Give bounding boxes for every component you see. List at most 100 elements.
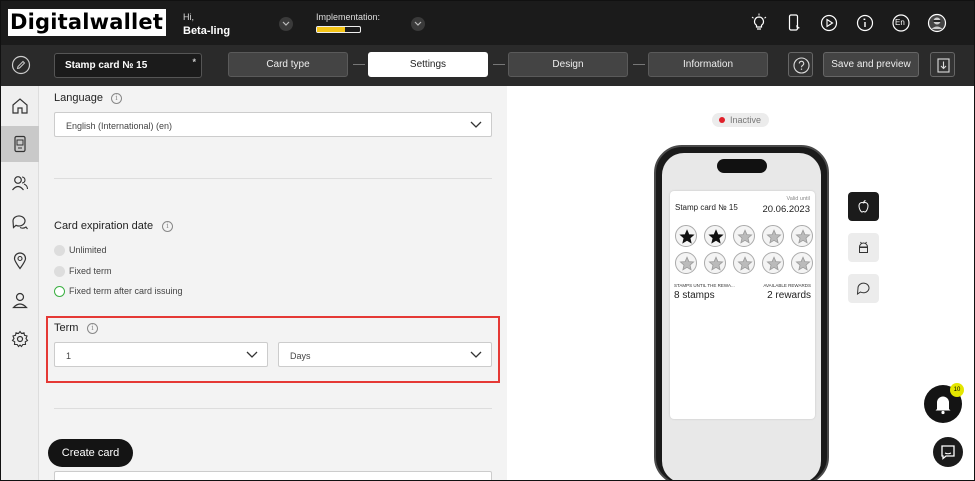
- app-window: Digitalwallet Hi, Beta-ling Implementati…: [0, 0, 975, 481]
- info-icon[interactable]: [855, 13, 875, 33]
- radio-button[interactable]: [54, 245, 65, 256]
- user-name[interactable]: Beta-ling: [183, 25, 230, 37]
- language-switch-icon[interactable]: En: [891, 13, 911, 33]
- pencil-icon[interactable]: [11, 55, 31, 75]
- stamps-until-value: 8 stamps: [674, 290, 715, 301]
- term-label: Term: [54, 322, 79, 334]
- sidebar-item-settings[interactable]: [1, 321, 39, 357]
- sidebar-item-profile[interactable]: [1, 282, 39, 318]
- chat-bubble-icon: [941, 445, 955, 460]
- divider: [54, 408, 492, 409]
- help-button[interactable]: [788, 52, 813, 77]
- create-card-button[interactable]: Create card: [48, 439, 133, 467]
- gear-icon: [11, 330, 29, 348]
- wizard-bar: Stamp card № 15 * Card type Settings Des…: [1, 45, 974, 86]
- radio-button-selected[interactable]: [54, 286, 65, 297]
- info-icon[interactable]: i: [111, 93, 122, 104]
- step-settings[interactable]: Settings: [368, 52, 488, 77]
- term-unit: Days: [290, 351, 311, 361]
- greeting: Hi,: [183, 12, 194, 22]
- location-icon: [13, 252, 27, 270]
- language-badge: En: [895, 18, 905, 27]
- stamp-empty: [762, 225, 784, 247]
- barcode: [708, 364, 786, 390]
- stamp-filled: [675, 225, 697, 247]
- status-text: Inactive: [730, 115, 762, 125]
- sidebar-item-locations[interactable]: [1, 243, 39, 279]
- term-value: 1: [66, 351, 72, 361]
- info-icon[interactable]: i: [87, 323, 98, 334]
- download-button[interactable]: [930, 52, 955, 77]
- top-header: Digitalwallet Hi, Beta-ling Implementati…: [1, 1, 974, 45]
- stamp-empty: [791, 225, 813, 247]
- term-value-select[interactable]: 1: [54, 342, 268, 367]
- card-preview-panel: Inactive Stamp card № 15 Valid until 20.…: [507, 86, 974, 480]
- status-badge: Inactive: [712, 113, 770, 127]
- status-dot: [719, 117, 725, 123]
- sidebar-item-cards[interactable]: [1, 126, 39, 162]
- support-chat-button[interactable]: [933, 437, 963, 467]
- card-name-field[interactable]: Stamp card № 15 *: [54, 53, 202, 78]
- message-icon: [856, 282, 870, 295]
- step-design[interactable]: Design: [508, 52, 628, 77]
- chevron-down-icon: [246, 351, 258, 358]
- next-field[interactable]: [54, 471, 492, 480]
- card-name-text: Stamp card № 15: [65, 60, 148, 71]
- expiration-label: Card expiration date: [54, 220, 154, 232]
- term-unit-select[interactable]: Days: [278, 342, 492, 367]
- divider: [54, 178, 492, 179]
- sidebar-item-home[interactable]: [1, 88, 39, 124]
- avatar[interactable]: [927, 13, 947, 33]
- apple-icon: [858, 200, 869, 213]
- users-icon: [12, 176, 29, 191]
- lightbulb-icon[interactable]: [749, 13, 769, 33]
- valid-until-label: Valid until: [786, 196, 810, 202]
- preview-android-button[interactable]: [848, 233, 879, 262]
- app-logo[interactable]: Digitalwallet: [8, 9, 167, 36]
- download-icon: [937, 58, 950, 73]
- phone-mockup: Stamp card № 15 Valid until 20.06.2023 S…: [654, 145, 829, 480]
- save-and-preview-button[interactable]: Save and preview: [823, 52, 919, 77]
- radio-label: Unlimited: [69, 245, 107, 255]
- rewards-label: AVAILABLE REWARDS: [763, 283, 811, 288]
- stamp-filled: [704, 225, 726, 247]
- stamps-until-label: STAMPS UNTIL THE REWA...: [674, 283, 735, 288]
- settings-panel: Language i English (International) (en) …: [39, 86, 507, 480]
- language-select-value: English (International) (en): [66, 121, 173, 131]
- required-marker: *: [192, 57, 196, 67]
- language-select[interactable]: English (International) (en): [54, 112, 492, 137]
- wallet-card-title: Stamp card № 15: [675, 203, 738, 212]
- sidebar-item-clients[interactable]: [1, 165, 39, 201]
- question-icon: [793, 57, 810, 74]
- implementation-chevron-icon[interactable]: [411, 17, 425, 31]
- sidebar: [1, 86, 39, 480]
- stamp-empty: [733, 252, 755, 274]
- card-device-icon: [14, 135, 26, 153]
- step-divider: [353, 64, 365, 65]
- preview-apple-button[interactable]: [848, 192, 879, 221]
- stamp-empty: [733, 225, 755, 247]
- play-icon[interactable]: [819, 13, 839, 33]
- valid-until-value: 20.06.2023: [762, 204, 810, 215]
- implementation-progress-bar: [316, 26, 361, 33]
- mobile-phone-icon[interactable]: [784, 13, 804, 33]
- language-label: Language: [54, 92, 103, 104]
- notification-count-badge: 10: [950, 383, 964, 397]
- step-information[interactable]: Information: [648, 52, 768, 77]
- wallet-card: Stamp card № 15 Valid until 20.06.2023 S…: [670, 191, 815, 419]
- preview-message-button[interactable]: [848, 274, 879, 303]
- radio-label: Fixed term: [69, 266, 112, 276]
- home-icon: [12, 98, 28, 114]
- implementation-label: Implementation:: [316, 12, 381, 22]
- radio-label: Fixed term after card issuing: [69, 286, 183, 296]
- user-menu-chevron-icon[interactable]: [279, 17, 293, 31]
- sidebar-item-messages[interactable]: [1, 204, 39, 240]
- radio-button[interactable]: [54, 266, 65, 277]
- info-icon[interactable]: i: [162, 221, 173, 232]
- step-divider: [633, 64, 645, 65]
- chat-icon: [12, 215, 28, 230]
- stamp-empty: [704, 252, 726, 274]
- user-icon: [12, 292, 28, 309]
- step-card-type[interactable]: Card type: [228, 52, 348, 77]
- stamp-empty: [762, 252, 784, 274]
